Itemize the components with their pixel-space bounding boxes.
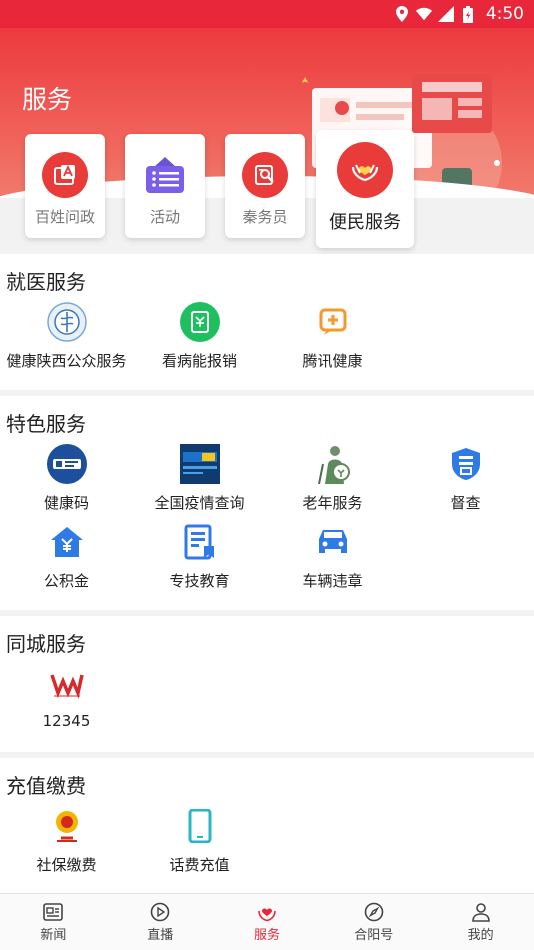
location-icon <box>394 6 410 22</box>
service-heart-icon <box>256 901 278 923</box>
service-label: 督查 <box>450 494 481 512</box>
bottom-navigation: 新闻 直播 服务 合阳号 我的 <box>0 893 534 950</box>
service-item[interactable]: 腾讯健康 <box>266 298 399 376</box>
service-label: 专技教育 <box>169 572 230 590</box>
service-label: 话费充值 <box>169 856 230 874</box>
service-item[interactable]: 话费充值 <box>133 802 266 880</box>
service-label: 老年服务 <box>302 494 363 512</box>
nav-heyang[interactable]: 合阳号 <box>320 894 427 950</box>
service-item[interactable]: 老年服务 <box>266 440 399 518</box>
service-item[interactable]: 车辆违章 <box>266 518 399 596</box>
play-icon <box>149 901 171 923</box>
service-label: 社保缴费 <box>36 856 97 874</box>
signal-icon <box>437 6 454 22</box>
service-label: 全国疫情查询 <box>154 494 245 512</box>
document-a-icon <box>42 152 88 198</box>
quick-card-label: 便民服务 <box>329 212 401 233</box>
wifi-icon <box>415 6 432 22</box>
quick-card-qinwuyuan[interactable]: 秦务员 <box>225 134 305 238</box>
car-icon <box>313 522 353 562</box>
nav-mine[interactable]: 我的 <box>427 894 534 950</box>
service-item[interactable]: 公积金 <box>0 518 133 596</box>
heart-hands-icon <box>337 142 393 198</box>
nav-label: 服务 <box>253 928 280 943</box>
battery-icon <box>460 5 476 23</box>
tax-emblem-icon <box>47 806 87 846</box>
service-item[interactable]: 健康陕西公众服务 <box>0 298 133 376</box>
nav-label: 合阳号 <box>354 928 394 943</box>
service-label: 公积金 <box>43 572 89 590</box>
nav-news[interactable]: 新闻 <box>0 894 107 950</box>
section-medical: 就医服务 健康陕西公众服务 看病能报销 腾讯健康 <box>0 254 534 390</box>
section-recharge: 充值缴费 社保缴费 话费充值 <box>0 758 534 894</box>
health-emblem-icon <box>46 302 87 342</box>
compass-icon <box>363 901 385 923</box>
clock: 4:50 <box>485 4 524 24</box>
service-label: 腾讯健康 <box>302 352 363 370</box>
health-code-icon <box>46 444 87 484</box>
section-featured: 特色服务 健康码 全国疫情查询 老年服务 督查 公积金 专技教育 车辆违章 <box>0 396 534 610</box>
service-item[interactable]: 12345 <box>0 660 133 738</box>
fund-icon <box>47 522 87 562</box>
section-title: 特色服务 <box>6 412 86 436</box>
epidemic-query-icon <box>179 444 220 484</box>
quick-card-label: 秦务员 <box>242 208 288 226</box>
section-title: 就医服务 <box>6 270 86 294</box>
quick-card-activity[interactable]: 活动 <box>125 134 205 238</box>
quick-card-baixing-wenzheng[interactable]: 百姓问政 <box>25 134 105 238</box>
service-item[interactable]: 专技教育 <box>133 518 266 596</box>
education-icon <box>180 522 220 562</box>
nav-live[interactable]: 直播 <box>107 894 214 950</box>
quick-cards: 百姓问政 活动 秦务员 便民服务 <box>25 130 425 254</box>
service-item[interactable]: 健康码 <box>0 440 133 518</box>
section-city: 同城服务 12345 <box>0 616 534 752</box>
quick-card-bianmin-service[interactable]: 便民服务 <box>316 130 414 248</box>
service-item[interactable]: 看病能报销 <box>133 298 266 376</box>
search-doc-icon <box>242 152 288 198</box>
page-title: 服务 <box>22 85 73 114</box>
nav-label: 新闻 <box>40 928 67 943</box>
nav-label: 直播 <box>147 928 174 943</box>
tencent-health-icon <box>313 302 353 342</box>
service-label: 车辆违章 <box>302 572 363 590</box>
elderly-icon <box>313 444 353 484</box>
hotline-logo-icon <box>47 664 87 704</box>
nav-service[interactable]: 服务 <box>214 894 321 950</box>
nav-label: 我的 <box>467 928 494 943</box>
service-item[interactable]: 督查 <box>399 440 532 518</box>
reimburse-icon <box>179 302 220 342</box>
quick-card-label: 活动 <box>149 208 180 226</box>
section-title: 同城服务 <box>6 632 86 656</box>
quick-card-label: 百姓问政 <box>34 208 95 226</box>
user-icon <box>470 901 492 923</box>
news-icon <box>42 901 64 923</box>
service-label: 健康码 <box>43 494 89 512</box>
service-item[interactable]: 社保缴费 <box>0 802 133 880</box>
service-label: 看病能报销 <box>161 352 237 370</box>
phone-icon <box>180 806 220 846</box>
status-bar: 4:50 <box>0 0 534 28</box>
section-title: 充值缴费 <box>6 774 86 798</box>
services-content: 就医服务 健康陕西公众服务 看病能报销 腾讯健康 特色服务 健康码 全国疫情查询… <box>0 254 534 900</box>
service-label: 12345 <box>42 712 91 730</box>
list-board-icon <box>142 152 188 198</box>
service-label: 健康陕西公众服务 <box>6 352 127 370</box>
service-item[interactable]: 全国疫情查询 <box>133 440 266 518</box>
supervise-icon <box>446 444 486 484</box>
